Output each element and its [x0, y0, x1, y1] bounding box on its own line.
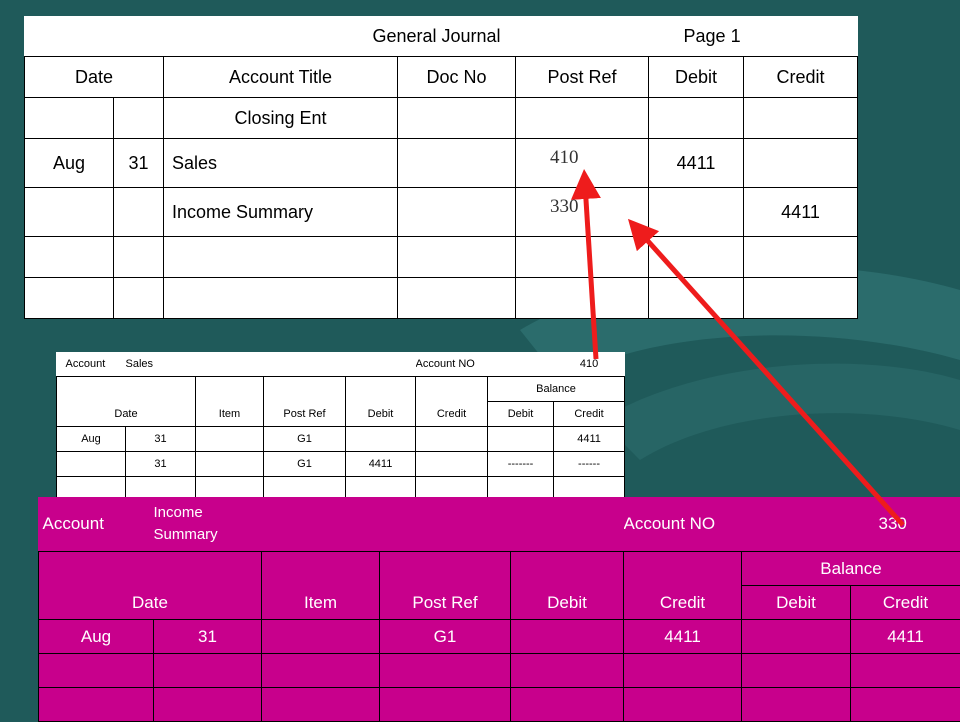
sales-row: Aug 31 G1 4411	[57, 427, 625, 452]
sales-cell-month: Aug	[57, 427, 126, 452]
journal-page-number: Page 1	[649, 16, 858, 57]
income-header-post-ref: Post Ref	[380, 552, 511, 620]
journal-row: Closing Ent	[25, 98, 858, 139]
journal-header-account-title: Account Title	[164, 57, 398, 98]
journal-row: Aug 31 Sales 410 4411	[25, 139, 858, 188]
income-account-no-label: Account NO	[624, 497, 851, 552]
journal-cell-month: Aug	[25, 139, 114, 188]
journal-cell-month	[25, 188, 114, 237]
sales-account-name: Sales	[126, 352, 416, 377]
sales-cell-debit: 4411	[346, 452, 416, 477]
journal-header-date: Date	[25, 57, 164, 98]
sales-cell-item	[196, 452, 264, 477]
income-account-name: Income Summary	[154, 497, 262, 552]
journal-cell-post-ref-handwritten: 330	[516, 188, 649, 237]
sales-cell-post-ref: G1	[264, 452, 346, 477]
income-header-debit: Debit	[511, 552, 624, 620]
sales-cell-balance-debit	[488, 427, 554, 452]
journal-cell-doc	[398, 139, 516, 188]
income-header-item: Item	[262, 552, 380, 620]
income-row-empty	[39, 654, 960, 688]
sales-cell-balance-credit: ------	[554, 452, 625, 477]
journal-cell-day	[114, 188, 164, 237]
journal-cell-day: 31	[114, 139, 164, 188]
journal-cell-debit: 4411	[649, 139, 744, 188]
journal-cell-account: Closing Ent	[164, 98, 398, 139]
income-row-empty	[39, 688, 960, 722]
sales-ledger-table: Account Sales Account NO 410 Date Item P…	[56, 352, 625, 502]
sales-header-credit: Credit	[416, 377, 488, 427]
income-summary-ledger-table: Account Income Summary Account NO 330 Da…	[38, 497, 960, 722]
journal-title: General Journal	[25, 16, 649, 57]
sales-cell-balance-debit: -------	[488, 452, 554, 477]
journal-header-debit: Debit	[649, 57, 744, 98]
journal-row-empty	[25, 278, 858, 319]
sales-header-balance-credit: Credit	[554, 402, 625, 427]
income-header-date: Date	[39, 552, 262, 620]
sales-row: 31 G1 4411 ------- ------	[57, 452, 625, 477]
journal-cell-account: Income Summary	[164, 188, 398, 237]
income-header-balance-credit: Credit	[851, 586, 960, 620]
income-cell-debit	[511, 620, 624, 654]
general-journal-table: General Journal Page 1 Date Account Titl…	[24, 16, 858, 319]
income-cell-post-ref: G1	[380, 620, 511, 654]
sales-header-item: Item	[196, 377, 264, 427]
sales-cell-post-ref: G1	[264, 427, 346, 452]
sales-account-no-label: Account NO	[416, 352, 554, 377]
journal-cell-credit: 4411	[744, 188, 858, 237]
sales-cell-balance-credit: 4411	[554, 427, 625, 452]
income-row: Aug 31 G1 4411 4411	[39, 620, 960, 654]
income-header-balance-debit: Debit	[742, 586, 851, 620]
journal-header-credit: Credit	[744, 57, 858, 98]
journal-row: Income Summary 330 4411	[25, 188, 858, 237]
journal-cell-debit	[649, 98, 744, 139]
journal-cell-doc	[398, 98, 516, 139]
income-header-credit: Credit	[624, 552, 742, 620]
journal-cell-month	[25, 98, 114, 139]
sales-cell-item	[196, 427, 264, 452]
income-account-no: 330	[851, 497, 960, 552]
sales-cell-credit	[416, 427, 488, 452]
income-header-balance: Balance	[742, 552, 960, 586]
sales-account-label: Account	[57, 352, 126, 377]
sales-cell-day: 31	[126, 427, 196, 452]
journal-cell-post-ref-handwritten: 410	[516, 139, 649, 188]
journal-cell-post-ref	[516, 98, 649, 139]
income-cell-balance-credit: 4411	[851, 620, 960, 654]
sales-account-no: 410	[554, 352, 625, 377]
journal-header-post-ref: Post Ref	[516, 57, 649, 98]
income-cell-credit: 4411	[624, 620, 742, 654]
income-cell-balance-debit	[742, 620, 851, 654]
income-cell-item	[262, 620, 380, 654]
journal-cell-day	[114, 98, 164, 139]
sales-header-date: Date	[57, 377, 196, 427]
journal-cell-credit	[744, 139, 858, 188]
journal-cell-credit	[744, 98, 858, 139]
journal-cell-debit	[649, 188, 744, 237]
sales-cell-month	[57, 452, 126, 477]
sales-header-balance: Balance	[488, 377, 625, 402]
journal-header-doc-no: Doc No	[398, 57, 516, 98]
income-account-label: Account	[39, 497, 154, 552]
journal-cell-account: Sales	[164, 139, 398, 188]
income-cell-month: Aug	[39, 620, 154, 654]
sales-header-post-ref: Post Ref	[264, 377, 346, 427]
journal-row-empty	[25, 237, 858, 278]
income-cell-day: 31	[154, 620, 262, 654]
sales-cell-debit	[346, 427, 416, 452]
journal-cell-doc	[398, 188, 516, 237]
sales-cell-credit	[416, 452, 488, 477]
sales-header-balance-debit: Debit	[488, 402, 554, 427]
sales-cell-day: 31	[126, 452, 196, 477]
sales-header-debit: Debit	[346, 377, 416, 427]
